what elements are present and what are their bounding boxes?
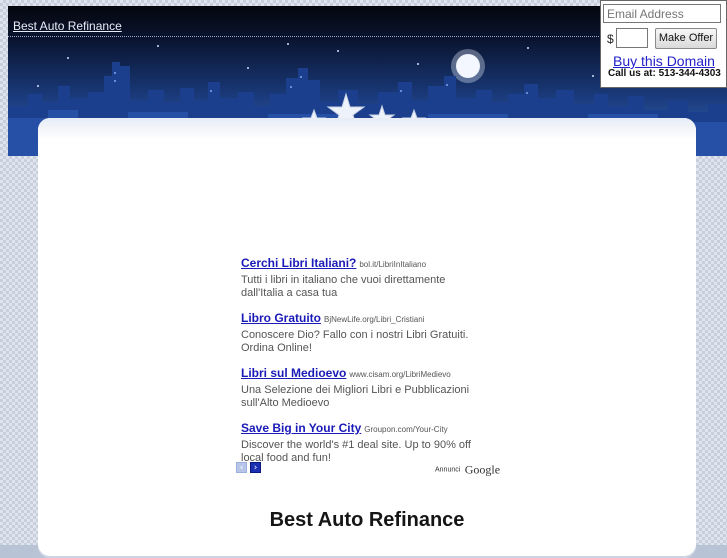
chevron-right-icon[interactable]: › [250, 462, 261, 473]
page-title: Best Auto Refinance [269, 509, 465, 531]
ads-by-label: Annunci [435, 466, 461, 474]
content-panel-top [38, 118, 696, 140]
site-name-link[interactable]: Best Auto Refinance [13, 19, 122, 33]
ad-item: Libri sul Medioevo www.cisam.org/LibriMed… [241, 365, 511, 410]
buy-domain-link[interactable]: Buy this Domain [613, 53, 715, 69]
ad-title-link[interactable]: Libri sul Medioevo [241, 366, 346, 380]
ad-item: Libro Gratuito BjNewLife.org/Libri_Cristi… [241, 310, 511, 355]
ad-item: Cerchi Libri Italiani? bol.it/LibriInItal… [241, 255, 511, 300]
chevron-left-icon[interactable]: ‹ [236, 462, 247, 473]
ad-title-link[interactable]: Cerchi Libri Italiani? [241, 256, 356, 270]
ad-url: BjNewLife.org/Libri_Cristiani [324, 315, 425, 324]
currency-symbol: $ [607, 32, 614, 46]
ad-description: Una Selezione dei Migliori Libri e Pubbl… [241, 384, 470, 409]
ad-title-link[interactable]: Save Big in Your City [241, 421, 361, 435]
ad-description: Tutti i libri in italiano che vuoi diret… [241, 274, 446, 299]
ad-url: www.cisam.org/LibriMedievo [349, 370, 451, 379]
ad-list: Cerchi Libri Italiani? bol.it/LibriInItal… [241, 255, 511, 475]
ad-url: Groupon.com/Your-City [364, 425, 448, 434]
ads-by-google[interactable]: Annunci Google [435, 461, 500, 479]
ad-description: Conoscere Dio? Fallo con i nostri Libri … [241, 329, 469, 354]
make-offer-button[interactable]: Make Offer [655, 28, 717, 49]
ad-item: Save Big in Your City Groupon.com/Your-Ci… [241, 420, 511, 465]
ad-title-link[interactable]: Libro Gratuito [241, 311, 321, 325]
ad-url: bol.it/LibriInItaliano [359, 260, 427, 269]
domain-offer-widget: $ Make Offer Buy this Domain Call us at:… [600, 0, 727, 88]
offer-amount-input[interactable] [616, 28, 648, 48]
email-input[interactable] [603, 4, 721, 23]
google-logo: Google [464, 462, 501, 477]
call-us-text: Call us at: 513-344-4303 [608, 68, 721, 79]
